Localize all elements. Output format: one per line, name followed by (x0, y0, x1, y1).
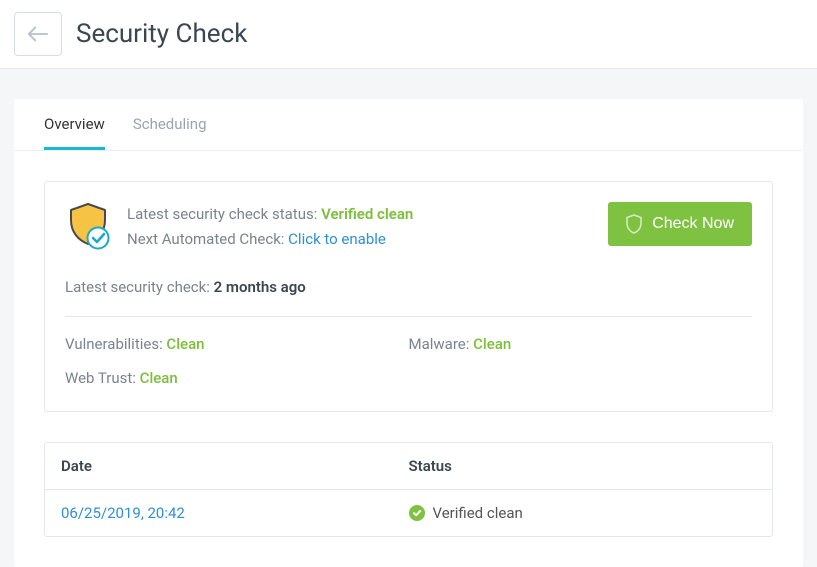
shield-verified-icon (65, 202, 111, 254)
history-date-link[interactable]: 06/25/2019, 20:42 (61, 504, 409, 522)
metric-vulnerabilities: Vulnerabilities: Clean (65, 335, 409, 353)
metric-malware: Malware: Clean (409, 335, 753, 353)
tab-bar: Overview Scheduling (14, 99, 803, 151)
page-header: Security Check (0, 0, 817, 69)
divider (65, 316, 752, 317)
metric-web-trust: Web Trust: Clean (65, 369, 409, 387)
status-prefix: Latest security check status: (127, 205, 321, 223)
metric-value: Clean (473, 335, 511, 353)
history-status-cell: Verified clean (409, 504, 757, 522)
arrow-left-icon (27, 25, 49, 43)
check-now-button[interactable]: Check Now (608, 202, 752, 246)
col-header-date: Date (61, 457, 409, 475)
status-value: Verified clean (321, 205, 413, 223)
col-header-status: Status (409, 457, 757, 475)
shield-outline-icon (626, 214, 642, 234)
metric-label: Malware: (409, 335, 474, 353)
metric-value: Clean (166, 335, 204, 353)
check-now-label: Check Now (652, 215, 734, 233)
latest-check-value: 2 months ago (214, 278, 306, 296)
security-card: Overview Scheduling (14, 99, 803, 567)
page-title: Security Check (76, 19, 247, 49)
next-check-line: Next Automated Check: Click to enable (127, 227, 413, 252)
metric-label: Web Trust: (65, 369, 140, 387)
back-button[interactable] (14, 12, 62, 56)
history-status-text: Verified clean (433, 504, 523, 522)
enable-automated-check-link[interactable]: Click to enable (288, 230, 386, 248)
check-circle-icon (409, 505, 425, 521)
history-table: Date Status 06/25/2019, 20:42 Verified c… (44, 442, 773, 537)
latest-check-line: Latest security check: 2 months ago (65, 278, 752, 296)
latest-check-prefix: Latest security check: (65, 278, 214, 296)
status-panel: Latest security check status: Verified c… (44, 181, 773, 412)
metric-label: Vulnerabilities: (65, 335, 166, 353)
next-check-prefix: Next Automated Check: (127, 230, 288, 248)
tab-scheduling[interactable]: Scheduling (133, 99, 207, 150)
tab-overview[interactable]: Overview (44, 99, 105, 150)
metric-value: Clean (140, 369, 178, 387)
table-header-row: Date Status (45, 443, 772, 489)
status-line: Latest security check status: Verified c… (127, 202, 413, 227)
table-row: 06/25/2019, 20:42 Verified clean (45, 489, 772, 536)
